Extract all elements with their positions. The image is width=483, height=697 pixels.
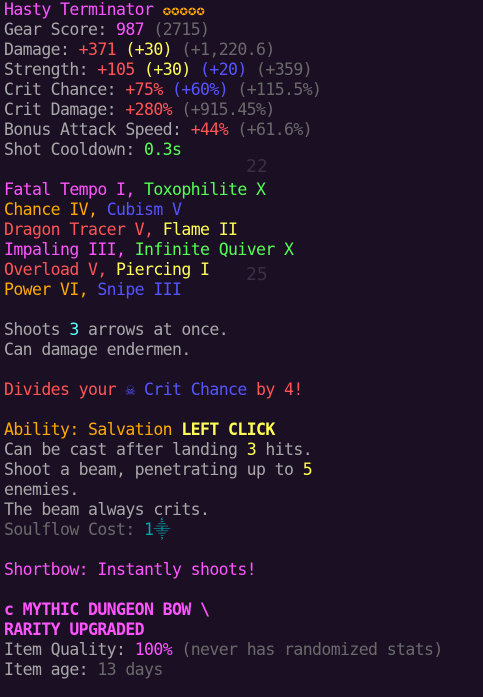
item-tooltip: 22 25 Hasty Terminator ✪✪✪✪✪ Gear Score:…: [0, 0, 483, 697]
stat-bonus-attack-speed: Bonus Attack Speed: +44% (+61.6%): [4, 120, 313, 139]
stat-gear-score: Gear Score: 987 (2715): [4, 20, 210, 39]
shortbow-line: Shortbow: Instantly shoots!: [4, 560, 257, 579]
item-age: Item age: 13 days: [4, 660, 163, 679]
enchant-line: Impaling III, Infinite Quiver X: [4, 240, 294, 259]
description-shoots: Shoots 3 arrows at once.: [4, 320, 229, 339]
skull-icon: ☠: [125, 380, 135, 399]
ability-line: Can be cast after landing 3 hits.: [4, 440, 313, 459]
enchant-line: Dragon Tracer V, Flame II: [4, 220, 238, 239]
soulflow-cost: Soulflow Cost: 1⸎: [4, 520, 171, 539]
background-slot-number: 25: [246, 264, 268, 285]
rarity-line: c MYTHIC DUNGEON BOW \: [4, 600, 210, 619]
item-quality: Item Quality: 100% (never has randomized…: [4, 640, 443, 659]
dungeon-stars-icon: ✪✪✪✪✪: [162, 3, 205, 19]
description-divides: Divides your ☠ Crit Chance by 4!: [4, 380, 303, 399]
stat-damage: Damage: +371 (+30) (+1,220.6): [4, 40, 275, 59]
ability-line: The beam always crits.: [4, 500, 210, 519]
item-name: Hasty Terminator: [4, 0, 154, 19]
enchant-line: Overload V, Piercing I: [4, 260, 210, 279]
enchant-line: Fatal Tempo I, Toxophilite X: [4, 180, 266, 199]
stat-shot-cooldown: Shot Cooldown: 0.3s: [4, 140, 182, 159]
ability-line: Shoot a beam, penetrating up to 5: [4, 460, 313, 479]
stat-strength: Strength: +105 (+30) (+20) (+359): [4, 60, 313, 79]
ability-header: Ability: Salvation LEFT CLICK: [4, 420, 275, 439]
rarity-upgraded: RARITY UPGRADED: [4, 620, 145, 639]
enchant-line: Power VI, Snipe III: [4, 280, 182, 299]
item-title: Hasty Terminator ✪✪✪✪✪: [4, 0, 483, 20]
stat-crit-damage: Crit Damage: +280% (+915.45%): [4, 100, 275, 119]
stat-crit-chance: Crit Chance: +75% (+60%) (+115.5%): [4, 80, 322, 99]
description-endermen: Can damage endermen.: [4, 340, 191, 359]
ability-line: enemies.: [4, 480, 79, 499]
background-slot-number: 22: [246, 156, 268, 177]
enchant-line: Chance IV, Cubism V: [4, 200, 182, 219]
